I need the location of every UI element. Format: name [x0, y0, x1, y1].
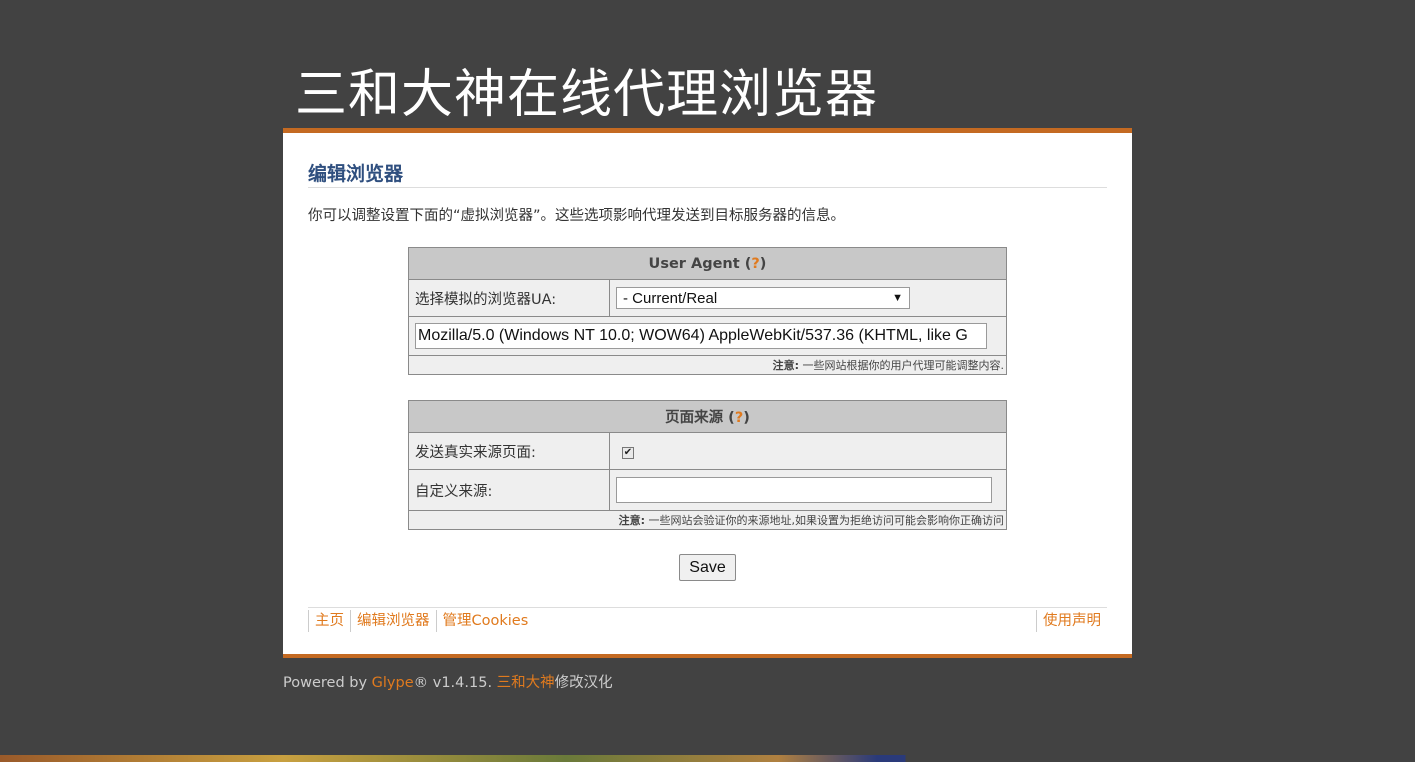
site-title: 三和大神在线代理浏览器 — [295, 65, 879, 125]
ua-select-label: 选择模拟的浏览器UA: — [408, 279, 610, 317]
author-link[interactable]: 三和大神 — [497, 675, 555, 691]
powered-prefix: Powered by — [283, 675, 372, 691]
powered-version: ® v1.4.15. — [413, 675, 497, 691]
custom-referrer-label: 自定义来源: — [408, 469, 610, 511]
referrer-note-label: 注意: — [618, 514, 645, 527]
ua-note: 注意: 一些网站根据你的用户代理可能调整内容. — [408, 355, 1007, 375]
referrer-header: 页面来源 (?) — [408, 400, 1007, 433]
footer-divider — [308, 607, 1107, 608]
save-button[interactable]: Save — [679, 554, 736, 581]
referrer-note-text: 一些网站会验证你的来源地址,如果设置为拒绝访问可能会影响你正确访问 — [645, 514, 1004, 527]
page-title: 编辑浏览器 — [308, 163, 404, 185]
title-divider — [308, 187, 1107, 188]
glype-link[interactable]: Glype — [372, 675, 414, 691]
taskbar-strip — [0, 755, 1415, 762]
nav-edit-browser-link[interactable]: 编辑浏览器 — [350, 610, 436, 632]
ua-preset-select[interactable]: - Current/Real ▼ — [616, 287, 910, 309]
ua-preset-value: - Current/Real — [623, 289, 718, 307]
chevron-down-icon: ▼ — [892, 292, 903, 304]
send-real-referrer-cell: ✔ — [609, 432, 1007, 470]
send-real-referrer-label: 发送真实来源页面: — [408, 432, 610, 470]
user-agent-help-link[interactable]: ? — [751, 256, 759, 272]
powered-suffix: 修改汉化 — [554, 675, 613, 691]
ua-note-label: 注意: — [772, 359, 799, 372]
ua-select-cell: - Current/Real ▼ — [609, 279, 1007, 317]
nav-disclaimer-link[interactable]: 使用声明 — [1036, 610, 1107, 632]
powered-by: Powered by Glype® v1.4.15. 三和大神修改汉化 — [283, 671, 613, 692]
checkmark-icon: ✔ — [623, 447, 633, 458]
ua-string-cell: Mozilla/5.0 (Windows NT 10.0; WOW64) App… — [408, 316, 1007, 356]
nav-home-link[interactable]: 主页 — [308, 610, 350, 632]
send-real-referrer-checkbox[interactable]: ✔ — [622, 446, 634, 459]
intro-text: 你可以调整设置下面的“虚拟浏览器”。这些选项影响代理发送到目标服务器的信息。 — [308, 208, 846, 224]
footer-nav-right: 使用声明 — [1036, 610, 1107, 632]
referrer-header-label: 页面来源 — [665, 410, 724, 426]
user-agent-table: User Agent (?) 选择模拟的浏览器UA: - Current/Rea… — [408, 247, 1007, 375]
user-agent-header: User Agent (?) — [408, 247, 1007, 280]
referrer-help-link[interactable]: ? — [735, 410, 743, 426]
custom-referrer-cell — [609, 469, 1007, 511]
user-agent-header-label: User Agent — [648, 255, 740, 272]
nav-manage-cookies-link[interactable]: 管理Cookies — [435, 610, 535, 632]
ua-string-input[interactable]: Mozilla/5.0 (Windows NT 10.0; WOW64) App… — [415, 323, 987, 349]
referrer-note: 注意: 一些网站会验证你的来源地址,如果设置为拒绝访问可能会影响你正确访问 — [408, 510, 1007, 530]
footer-nav-left: 主页 编辑浏览器 管理Cookies — [308, 610, 534, 632]
custom-referrer-input[interactable] — [616, 477, 992, 503]
main-panel: 编辑浏览器 你可以调整设置下面的“虚拟浏览器”。这些选项影响代理发送到目标服务器… — [283, 128, 1132, 658]
ua-note-text: 一些网站根据你的用户代理可能调整内容. — [799, 359, 1004, 372]
referrer-table: 页面来源 (?) 发送真实来源页面: ✔ 自定义来源: 注意: 一些网站会验证你… — [408, 400, 1007, 530]
footer-nav: 主页 编辑浏览器 管理Cookies 使用声明 — [308, 610, 1107, 634]
